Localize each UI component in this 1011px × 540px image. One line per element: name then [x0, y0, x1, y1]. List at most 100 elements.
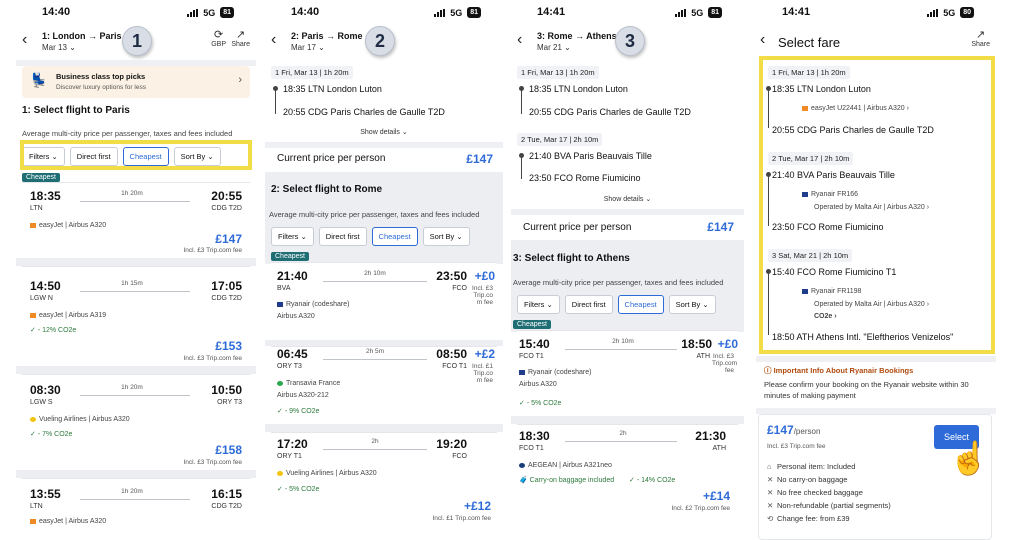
segment-header: 2 Tue, Mar 17 | 2h 10m: [768, 152, 854, 165]
back-icon[interactable]: ‹: [271, 31, 276, 49]
segment-header: 3 Sat, Mar 21 | 2h 10m: [768, 249, 853, 262]
dep-time: 13:55: [30, 487, 61, 501]
dep-airport: FCO T1: [519, 353, 544, 360]
section-title: 3: Select flight to Athens: [513, 253, 630, 264]
co2-link[interactable]: CO2e ›: [814, 313, 837, 320]
back-icon[interactable]: ‹: [22, 31, 27, 49]
aircraft: Airbus A320: [277, 313, 315, 320]
dep-airport: BVA: [277, 285, 291, 292]
duration: 2h: [619, 430, 627, 437]
arr-airport: CDG T2D: [211, 295, 242, 302]
status-time: 14:40: [42, 6, 71, 18]
sort-by-button[interactable]: Sort By ⌄: [173, 147, 221, 166]
fee-note: Incl. £3 Trip.co m fee: [472, 285, 493, 306]
arr-time: 18:50: [681, 337, 712, 351]
direct-first-button[interactable]: Direct first: [69, 147, 118, 166]
network-label: 5G: [450, 7, 463, 18]
flight-card[interactable]: 18:35 LTN 1h 20m 20:55 CDG T2D easyJet |…: [22, 182, 250, 258]
route-date[interactable]: Mar 17 ⌄: [291, 43, 325, 52]
dep-time: 21:40: [277, 269, 308, 283]
flight-card[interactable]: 17:20 ORY T1 2h 19:20 FCO Vueling Airlin…: [271, 432, 497, 540]
route-date[interactable]: Mar 13 ⌄: [42, 43, 76, 52]
dep-time: 14:50: [30, 279, 61, 293]
seat-icon: 💺: [30, 72, 48, 88]
share-button[interactable]: ↗ Share: [971, 29, 990, 49]
filters-button[interactable]: Filters ⌄: [22, 147, 65, 166]
segment-arrival: 18:50 ATH Athens Intl. "Eleftherios Veni…: [772, 332, 954, 342]
share-icon: ↗: [976, 29, 986, 41]
cheapest-tag: Cheapest: [513, 320, 551, 329]
flight-card[interactable]: 15:40 FCO T1 2h 10m 18:50 ATH +£0 Incl. …: [517, 330, 738, 416]
segment-departure: 21:40 BVA Paris Beauvais Tille: [529, 151, 652, 161]
duration: 2h 10m: [612, 338, 634, 345]
important-info-title[interactable]: ⓘ Important Info About Ryanair Bookings: [764, 365, 913, 376]
segment-operator: Operated by Malta Air | Airbus A320 ›: [814, 301, 930, 308]
airline-info: easyJet | Airbus A320: [30, 222, 106, 229]
eco-badge: ✓ - 5% CO2e: [519, 400, 562, 407]
flight-card[interactable]: 21:40 BVA 2h 10m 23:50 FCO +£0 Incl. £3 …: [271, 262, 497, 340]
dep-airport: LGW N: [30, 295, 53, 302]
flight-card[interactable]: 14:50 LGW N 1h 15m 17:05 CDG T2D easyJet…: [22, 266, 250, 366]
filters-button[interactable]: Filters ⌄: [517, 295, 560, 314]
show-details-link[interactable]: Show details ⌄: [265, 128, 503, 136]
flight-card[interactable]: 18:30 FCO T1 2h 21:30 ATH AEGEAN | Airbu…: [517, 424, 738, 540]
segment-arrival: 20:55 CDG Paris Charles de Gaulle T2D: [283, 107, 445, 117]
filter-bar: Filters ⌄ Direct first Cheapest Sort By …: [271, 227, 470, 246]
cheapest-button[interactable]: Cheapest: [122, 147, 169, 166]
section-title: 2: Select flight to Rome: [271, 184, 383, 195]
cheapest-button[interactable]: Cheapest: [371, 227, 418, 246]
cheapest-button[interactable]: Cheapest: [617, 295, 664, 314]
route-title[interactable]: 3: Rome → Athens: [537, 31, 617, 41]
current-price-label: Current price per person: [523, 222, 632, 233]
arr-time: 16:15: [211, 487, 242, 501]
price: +£2: [474, 347, 495, 361]
arr-airport: CDG T2D: [211, 205, 242, 212]
airline-info: Vueling Airlines | Airbus A320: [30, 416, 130, 423]
route-title[interactable]: 1: London → Paris: [42, 31, 122, 41]
filters-button[interactable]: Filters ⌄: [271, 227, 314, 246]
signal-icon: [927, 8, 939, 17]
close-icon: ✕: [767, 501, 774, 510]
dep-time: 17:20: [277, 437, 308, 451]
promo-banner[interactable]: 💺 Business class top picks Discover luxu…: [22, 66, 250, 98]
fare-fee: Incl. £3 Trip.com fee: [767, 443, 826, 450]
status-time: 14:40: [291, 6, 320, 18]
route-title[interactable]: 2: Paris → Rome: [291, 31, 363, 41]
show-details-link[interactable]: Show details ⌄: [511, 195, 744, 203]
sort-by-button[interactable]: Sort By ⌄: [422, 227, 470, 246]
fee-note: Incl. £3 Trip.com fee: [183, 459, 242, 466]
dep-airport: ORY T1: [277, 453, 302, 460]
direct-first-button[interactable]: Direct first: [318, 227, 367, 246]
pointer-hand-icon: ☝: [949, 440, 989, 476]
airline-info: Transavia France: [277, 380, 340, 387]
direct-first-button[interactable]: Direct first: [564, 295, 613, 314]
route-date[interactable]: Mar 21 ⌄: [537, 43, 571, 52]
flight-card[interactable]: 13:55 LTN 1h 20m 16:15 CDG T2D easyJet |…: [22, 478, 250, 540]
segment-departure: 15:40 FCO Rome Fiumicino T1: [772, 267, 897, 277]
inclusion-item: ✕ Non-refundable (partial segments): [767, 501, 891, 510]
segment-departure: 18:35 LTN London Luton: [529, 84, 628, 94]
arr-time: 17:05: [211, 279, 242, 293]
sort-by-button[interactable]: Sort By ⌄: [668, 295, 716, 314]
segment-arrival: 20:55 CDG Paris Charles de Gaulle T2D: [772, 125, 934, 135]
fee-note: Incl. £3 Trip.com fee: [712, 353, 738, 374]
current-price: £147: [707, 220, 734, 234]
arr-airport: ATH: [712, 445, 726, 452]
airline-info: Ryanair (codeshare): [277, 301, 349, 308]
header: ‹ 2: Paris → Rome Mar 17 ⌄ 2: [265, 26, 503, 58]
flight-card[interactable]: 06:45 ORY T3 2h 5m 08:50 FCO T1 +£2 Incl…: [271, 346, 497, 422]
arr-time: 20:55: [211, 189, 242, 203]
currency-button[interactable]: ⟳ GBP: [211, 30, 226, 49]
dep-time: 08:30: [30, 383, 61, 397]
flight-card[interactable]: 08:30 LGW S 1h 20m 10:50 ORY T3 Vueling …: [22, 374, 250, 470]
airline-info: AEGEAN | Airbus A321neo: [519, 462, 612, 469]
signal-icon: [675, 8, 687, 17]
share-button[interactable]: ↗ Share: [231, 30, 250, 49]
eco-badge: ✓ - 12% CO2e: [30, 327, 77, 334]
arr-time: 08:50: [436, 347, 467, 361]
back-icon[interactable]: ‹: [760, 31, 765, 49]
back-icon[interactable]: ‹: [517, 31, 522, 49]
arr-time: 10:50: [211, 383, 242, 397]
fare-price: £147/person: [767, 423, 821, 437]
step-badge: 2: [365, 26, 395, 56]
